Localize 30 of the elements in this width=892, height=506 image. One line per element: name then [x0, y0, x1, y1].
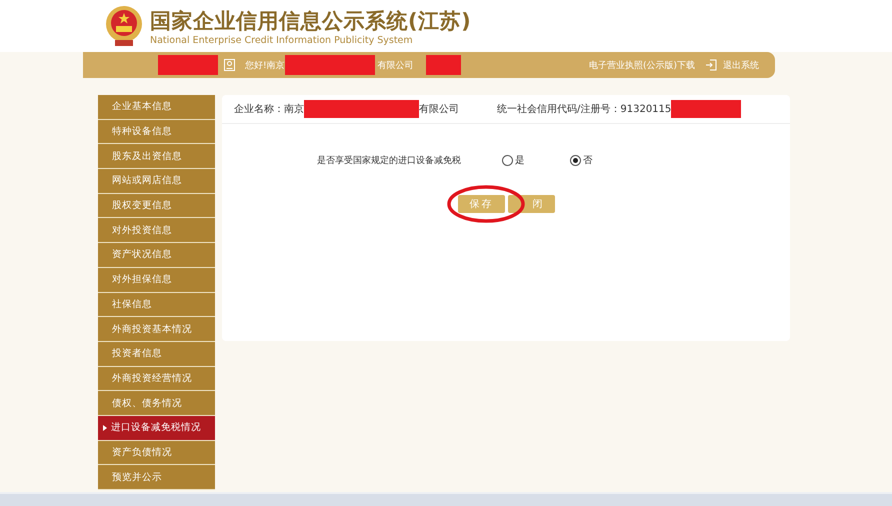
company-name-label: 企业名称：南京: [234, 102, 304, 116]
sidebar-item[interactable]: 对外投资信息: [98, 218, 215, 244]
radio-label: 是: [515, 154, 525, 167]
sidebar-item[interactable]: 债权、债务情况: [98, 391, 215, 416]
sidebar-item[interactable]: 进口设备减免税情况: [98, 416, 215, 441]
sidebar-item[interactable]: 社保信息: [98, 292, 215, 318]
sidebar-item[interactable]: 资产负债情况: [98, 440, 215, 466]
sidebar-item[interactable]: 对外担保信息: [98, 268, 215, 292]
logout-link[interactable]: 退出系统: [723, 58, 759, 72]
sidebar-item[interactable]: 资产状况信息: [98, 243, 215, 268]
credit-code-label: 统一社会信用代码/注册号：91320115: [497, 102, 672, 116]
download-link[interactable]: 电子营业执照(公示版)下载: [588, 58, 695, 72]
site-subtitle: National Enterprise Credit Information Publicity System: [150, 34, 414, 46]
sidebar-item[interactable]: 股权变更信息: [98, 194, 215, 218]
sidebar-item[interactable]: 网站或网店信息: [98, 169, 215, 194]
radio-label: 否: [583, 154, 593, 167]
sidebar-item[interactable]: 企业基本信息: [98, 95, 215, 120]
question-label: 是否享受国家规定的进口设备减免税: [317, 154, 462, 167]
sidebar-item[interactable]: 外商投资基本情况: [98, 317, 215, 342]
close-button[interactable]: 闭: [508, 195, 555, 213]
sidebar-item[interactable]: 外商投资经营情况: [98, 366, 215, 392]
sidebar-item[interactable]: 投资者信息: [98, 342, 215, 367]
greeting-text: 您好!南京: [245, 60, 285, 72]
sidebar-item[interactable]: 股东及出资信息: [98, 144, 215, 170]
greeting-text: 有限公司: [378, 60, 414, 72]
sidebar-item[interactable]: 预览并公示: [98, 465, 215, 490]
save-button[interactable]: 保存: [458, 195, 505, 213]
site-title: 国家企业信用信息公示系统(江苏): [150, 8, 472, 34]
sidebar-item[interactable]: 特种设备信息: [98, 120, 215, 144]
company-name-end: 有限公司: [419, 103, 459, 116]
